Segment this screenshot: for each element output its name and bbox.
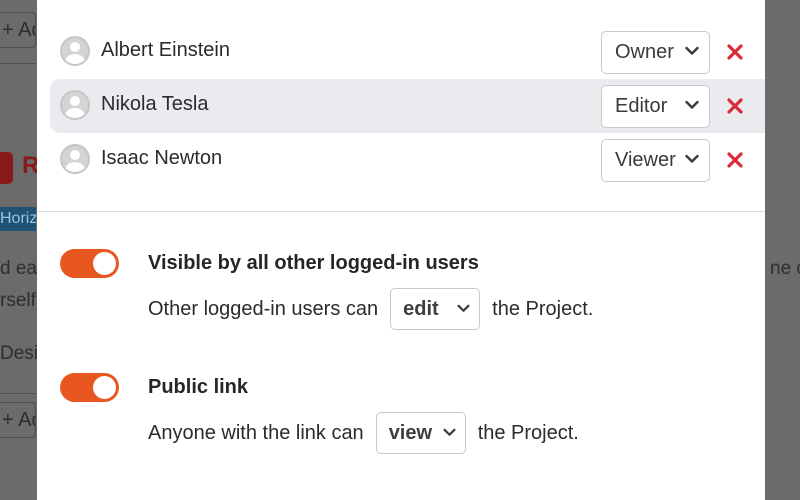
public-link-permission-select[interactable]: view (375, 412, 466, 454)
background-add-button: + Add (0, 402, 36, 438)
public-link-prefix: Anyone with the link can (148, 421, 364, 444)
toggle-knob (93, 252, 116, 275)
role-select-value: Editor (615, 95, 668, 117)
background-divider (0, 393, 36, 394)
member-row: Nikola Tesla Editor (50, 79, 765, 133)
close-icon[interactable] (723, 148, 747, 172)
public-link-toggle[interactable] (60, 373, 119, 402)
visibility-permission-line: Other logged-in users can edit the Proje… (148, 288, 593, 330)
visibility-title: Visible by all other logged-in users (148, 252, 479, 274)
background-divider (0, 63, 36, 64)
chevron-down-icon (685, 154, 699, 163)
visibility-prefix: Other logged-in users can (148, 297, 379, 320)
member-name: Nikola Tesla (101, 93, 209, 115)
background-text: ne c (770, 258, 800, 279)
member-row: Albert Einstein Owner (50, 25, 765, 79)
permission-value: view (388, 422, 433, 444)
chevron-down-icon (443, 428, 456, 436)
visibility-toggle[interactable] (60, 249, 119, 278)
public-link-title: Public link (148, 376, 249, 398)
background-red-icon (0, 152, 13, 184)
role-select[interactable]: Viewer (601, 139, 710, 182)
member-row: Isaac Newton Viewer (50, 133, 765, 187)
section-divider (37, 211, 765, 212)
background-tag: Horizon (0, 207, 36, 231)
role-select-value: Owner (615, 41, 674, 63)
background-text: rself (0, 290, 36, 311)
role-select[interactable]: Owner (601, 31, 710, 74)
permission-value: edit (403, 298, 439, 320)
chevron-down-icon (685, 46, 699, 55)
chevron-down-icon (457, 304, 470, 312)
background-text: Desi (0, 343, 39, 364)
user-avatar-icon (60, 144, 90, 174)
toggle-knob (93, 376, 116, 399)
public-link-suffix: the Project. (477, 421, 579, 444)
user-avatar-icon (60, 90, 90, 120)
visibility-permission-select[interactable]: edit (390, 288, 481, 330)
member-name: Albert Einstein (101, 39, 230, 61)
background-add-button: + Add (0, 12, 36, 48)
share-modal: Albert Einstein Owner Nikola Tesla Edito… (37, 0, 765, 500)
close-icon[interactable] (723, 40, 747, 64)
role-select[interactable]: Editor (601, 85, 710, 128)
public-link-permission-line: Anyone with the link can view the Projec… (148, 412, 579, 454)
member-name: Isaac Newton (101, 147, 223, 169)
chevron-down-icon (685, 100, 699, 109)
user-avatar-icon (60, 36, 90, 66)
visibility-suffix: the Project. (492, 297, 594, 320)
close-icon[interactable] (723, 94, 747, 118)
role-select-value: Viewer (615, 149, 676, 171)
